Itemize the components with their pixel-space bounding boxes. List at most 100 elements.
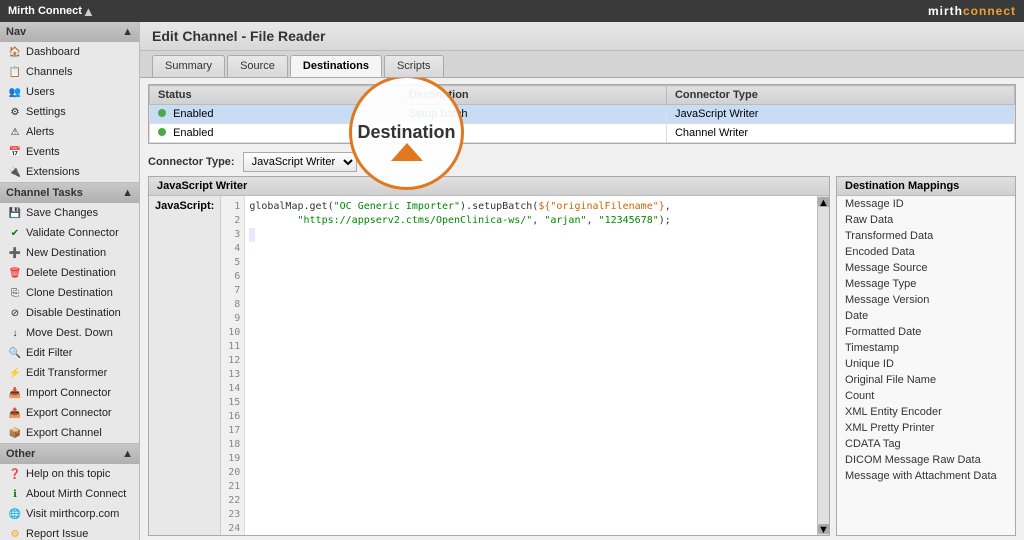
task-disable-destination[interactable]: ⊘ Disable Destination bbox=[0, 303, 139, 323]
scroll-up-arrow[interactable]: ▲ bbox=[818, 197, 829, 207]
mapping-item[interactable]: Unique ID bbox=[837, 356, 1015, 372]
collapse-icon[interactable]: ▲ bbox=[82, 4, 95, 19]
connector-type-row: Connector Type: JavaScript Writer Channe… bbox=[140, 148, 1024, 176]
sidebar-item-dashboard[interactable]: 🏠 Dashboard bbox=[0, 42, 139, 62]
dest-mappings-list: Message ID Raw Data Transformed Data Enc… bbox=[837, 196, 1015, 535]
mapping-item[interactable]: Timestamp bbox=[837, 340, 1015, 356]
clone-dest-icon: ⎘ bbox=[8, 286, 22, 300]
export-connector-icon: 📤 bbox=[8, 406, 22, 420]
nav-section-header: Nav ▲ bbox=[0, 22, 139, 42]
mapping-item[interactable]: XML Pretty Printer bbox=[837, 420, 1015, 436]
page-title: Edit Channel - File Reader bbox=[152, 28, 1012, 44]
task-delete-destination[interactable]: 🗑 Delete Destination bbox=[0, 263, 139, 283]
task-edit-transformer[interactable]: ⚡ Edit Transformer bbox=[0, 363, 139, 383]
task-export-connector[interactable]: 📤 Export Connector bbox=[0, 403, 139, 423]
status-dot-enabled-2 bbox=[158, 128, 166, 136]
col-status: Status bbox=[150, 86, 401, 105]
export-channel-icon: 📦 bbox=[8, 426, 22, 440]
mapping-item[interactable]: Formatted Date bbox=[837, 324, 1015, 340]
page-header: Edit Channel - File Reader bbox=[140, 22, 1024, 51]
other-about[interactable]: ℹ About Mirth Connect bbox=[0, 484, 139, 504]
tab-scripts[interactable]: Scripts bbox=[384, 55, 444, 77]
delete-dest-icon: 🗑 bbox=[8, 266, 22, 280]
mapping-item[interactable]: Date bbox=[837, 308, 1015, 324]
settings-icon: ⚙ bbox=[8, 105, 22, 119]
table-row[interactable]: Enabled Setup batch JavaScript Writer bbox=[150, 105, 1015, 124]
mapping-item[interactable]: Count bbox=[837, 388, 1015, 404]
import-icon: 📥 bbox=[8, 386, 22, 400]
row1-connector-type: JavaScript Writer bbox=[666, 105, 1014, 124]
js-content: JavaScript: 12345 678910 1112131415 1617… bbox=[149, 196, 829, 535]
other-help[interactable]: ❓ Help on this topic bbox=[0, 464, 139, 484]
code-scrollbar[interactable]: ▲ ▼ bbox=[817, 196, 829, 535]
sidebar-item-events[interactable]: 📅 Events bbox=[0, 142, 139, 162]
help-icon: ❓ bbox=[8, 467, 22, 481]
task-move-dest-down[interactable]: ↓ Move Dest. Down bbox=[0, 323, 139, 343]
dest-mappings-header: Destination Mappings bbox=[837, 177, 1015, 196]
mapping-item[interactable]: Message Source bbox=[837, 260, 1015, 276]
row1-destination: Setup batch bbox=[400, 105, 666, 124]
channels-icon: 📋 bbox=[8, 65, 22, 79]
task-new-destination[interactable]: ➕ New Destination bbox=[0, 243, 139, 263]
sidebar: Nav ▲ 🏠 Dashboard 📋 Channels 👥 Users ⚙ bbox=[0, 22, 140, 540]
collapse-other-icon[interactable]: ▲ bbox=[122, 448, 133, 460]
sidebar-item-alerts[interactable]: ⚠ Alerts bbox=[0, 122, 139, 142]
row2-status: Enabled bbox=[150, 124, 401, 143]
tab-source[interactable]: Source bbox=[227, 55, 288, 77]
nav-section: Nav ▲ 🏠 Dashboard 📋 Channels 👥 Users ⚙ bbox=[0, 22, 139, 183]
collapse-tasks-icon[interactable]: ▲ bbox=[122, 187, 133, 199]
status-dot-enabled bbox=[158, 109, 166, 117]
tab-bar: Summary Source Destinations Scripts bbox=[140, 51, 1024, 78]
sidebar-item-extensions[interactable]: 🔌 Extensions bbox=[0, 162, 139, 182]
mapping-item[interactable]: DICOM Message Raw Data bbox=[837, 452, 1015, 468]
sidebar-item-settings[interactable]: ⚙ Settings bbox=[0, 102, 139, 122]
destination-mappings-panel: Destination Mappings Message ID Raw Data… bbox=[836, 176, 1016, 536]
task-export-channel[interactable]: 📦 Export Channel bbox=[0, 423, 139, 443]
filter-icon: 🔍 bbox=[8, 346, 22, 360]
connector-type-select[interactable]: JavaScript Writer Channel Writer TCP Sen… bbox=[243, 152, 357, 172]
other-section-header: Other ▲ bbox=[0, 444, 139, 464]
tasks-section-header: Channel Tasks ▲ bbox=[0, 183, 139, 203]
mapping-item[interactable]: Transformed Data bbox=[837, 228, 1015, 244]
mapping-item[interactable]: Encoded Data bbox=[837, 244, 1015, 260]
tab-destinations[interactable]: Destinations bbox=[290, 55, 382, 77]
connector-type-label: Connector Type: bbox=[148, 156, 235, 168]
transformer-icon: ⚡ bbox=[8, 366, 22, 380]
sidebar-item-users[interactable]: 👥 Users bbox=[0, 82, 139, 102]
tasks-section: Channel Tasks ▲ 💾 Save Changes ✔ Validat… bbox=[0, 183, 139, 444]
events-icon: 📅 bbox=[8, 145, 22, 159]
mapping-item[interactable]: CDATA Tag bbox=[837, 436, 1015, 452]
collapse-nav-icon[interactable]: ▲ bbox=[122, 26, 133, 38]
js-code-editor[interactable]: globalMap.get("OC Generic Importer").set… bbox=[245, 196, 817, 535]
other-section: Other ▲ ❓ Help on this topic ℹ About Mir… bbox=[0, 444, 139, 540]
js-writer-panel: JavaScript Writer JavaScript: 12345 6789… bbox=[148, 176, 830, 536]
js-writer-header: JavaScript Writer bbox=[149, 177, 829, 196]
task-edit-filter[interactable]: 🔍 Edit Filter bbox=[0, 343, 139, 363]
report-icon: ⚙ bbox=[8, 527, 22, 540]
about-icon: ℹ bbox=[8, 487, 22, 501]
mapping-item[interactable]: XML Entity Encoder bbox=[837, 404, 1015, 420]
task-clone-destination[interactable]: ⎘ Clone Destination bbox=[0, 283, 139, 303]
task-import-connector[interactable]: 📥 Import Connector bbox=[0, 383, 139, 403]
scroll-down-arrow[interactable]: ▼ bbox=[818, 524, 829, 534]
mapping-item[interactable]: Original File Name bbox=[837, 372, 1015, 388]
content-inner: Status Destination Connector Type Enable… bbox=[140, 78, 1024, 540]
main-content: Edit Channel - File Reader Summary Sourc… bbox=[140, 22, 1024, 540]
task-save-changes[interactable]: 💾 Save Changes bbox=[0, 203, 139, 223]
task-validate-connector[interactable]: ✔ Validate Connector bbox=[0, 223, 139, 243]
col-destination: Destination bbox=[400, 86, 666, 105]
other-report-issue[interactable]: ⚙ Report Issue bbox=[0, 524, 139, 540]
table-row[interactable]: Enabled OCWriter Channel Writer bbox=[150, 124, 1015, 143]
mapping-item[interactable]: Message Type bbox=[837, 276, 1015, 292]
destinations-table: Status Destination Connector Type Enable… bbox=[149, 85, 1015, 143]
tab-summary[interactable]: Summary bbox=[152, 55, 225, 77]
move-down-icon: ↓ bbox=[8, 326, 22, 340]
other-visit-site[interactable]: 🌐 Visit mirthcorp.com bbox=[0, 504, 139, 524]
mapping-item[interactable]: Message Version bbox=[837, 292, 1015, 308]
mapping-item[interactable]: Raw Data bbox=[837, 212, 1015, 228]
dashboard-icon: 🏠 bbox=[8, 45, 22, 59]
mapping-item[interactable]: Message ID bbox=[837, 196, 1015, 212]
mapping-item[interactable]: Message with Attachment Data bbox=[837, 468, 1015, 484]
alerts-icon: ⚠ bbox=[8, 125, 22, 139]
sidebar-item-channels[interactable]: 📋 Channels bbox=[0, 62, 139, 82]
